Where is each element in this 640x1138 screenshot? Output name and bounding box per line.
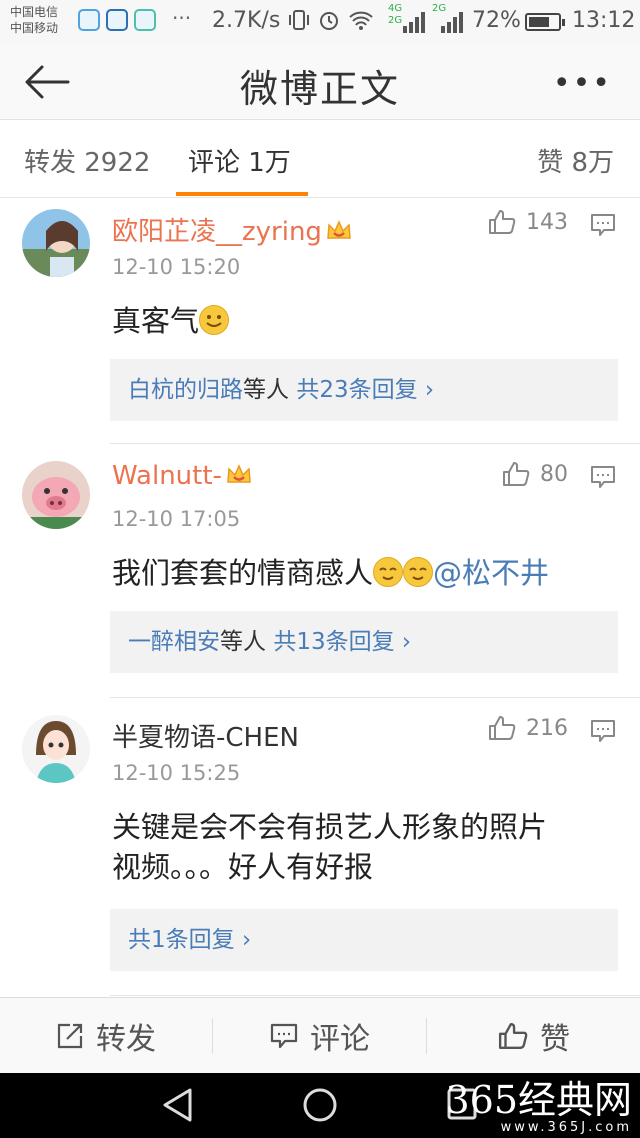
comment-text: 关键是会不会有损艺人形象的照片 视频。。。好人有好报 [112,810,548,884]
nav-home-icon[interactable] [302,1087,338,1123]
reply-count-link[interactable]: 共1条回复 › [128,927,251,953]
vibrate-icon [289,10,309,30]
bottom-action-bar: 转发 评论 赞 [0,997,640,1073]
status-bar: 中国电信 中国移动 ··· 2.7K/s 4G 2G 2G 72% 13:12 [0,0,640,44]
mention-link[interactable]: @松不井 [433,556,549,590]
reply-summary[interactable]: 白杭的归路等人 共23条回复 › [110,359,618,421]
comment-text: 真客气 [112,301,622,341]
thumb-up-icon [489,716,516,740]
reply-comment-icon[interactable] [590,719,616,743]
comment-username[interactable]: Walnutt- [112,461,252,491]
more-options-button[interactable]: ••• [553,66,612,101]
repost-button[interactable]: 转发 [56,998,156,1074]
app-notification-icon [106,9,128,31]
thumb-up-icon [503,462,530,486]
comment-item: Walnutt- 12-10 17:05 80 我们套套的情商感人 @松不井 一醉… [0,445,640,699]
app-notification-icon [78,9,100,31]
tab-likes[interactable]: 赞 8万 [537,142,614,179]
battery-percent: 72% [472,8,521,33]
reply-summary[interactable]: 共1条回复 › [110,909,618,971]
carrier-info: 中国电信 中国移动 [10,4,58,36]
avatar[interactable] [22,715,90,783]
comment-item: 欧阳芷凌__zyring 12-10 15:20 143 真客气 白杭的归路等人… [0,199,640,445]
like-count: 143 [526,209,568,235]
like-count: 216 [526,715,568,741]
active-tab-indicator [176,192,308,196]
clock: 13:12 [572,8,636,33]
reply-user-link[interactable]: 白杭的归路 [128,377,243,403]
vip-crown-icon [227,464,251,483]
signal-icon [403,12,425,33]
nav-bar: 微博正文 ••• [0,44,640,120]
reply-user-link[interactable]: 一醉相安 [128,629,220,655]
comment-list[interactable]: 欧阳芷凌__zyring 12-10 15:20 143 真客气 白杭的归路等人… [0,199,640,997]
divider [426,1018,427,1054]
like-button[interactable]: 赞 [498,998,570,1074]
tab-repost[interactable]: 转发 2922 [24,142,150,179]
app-notification-icon [134,9,156,31]
overflow-notifications: ··· [172,6,192,30]
network-type-1: 4G 2G [388,3,403,26]
comment-time: 12-10 17:05 [112,507,241,531]
thumb-up-icon [489,210,516,234]
signal-icon [441,12,463,33]
reply-comment-icon[interactable] [590,213,616,237]
relieved-emoji-icon [373,557,404,587]
network-speed: 2.7K/s [212,8,281,33]
page-title: 微博正文 [239,67,400,111]
alarm-icon [320,12,338,30]
avatar[interactable] [22,461,90,529]
notification-icons [78,9,156,31]
watermark-text: 365经典网 [445,1078,632,1122]
comment-text: 我们套套的情商感人 @松不井 [112,556,550,590]
comment-username[interactable]: 欧阳芷凌__zyring [112,211,352,248]
divider [110,697,640,698]
comment-time: 12-10 15:25 [112,761,241,785]
comment-button[interactable]: 评论 [270,998,640,1074]
smile-emoji-icon [199,305,230,335]
comment-item: 半夏物语-CHEN 12-10 15:25 216 关键是会不会有损艺人形象的照… [0,699,640,997]
repost-icon [57,1023,83,1049]
divider [110,995,640,996]
status-icons [288,8,374,32]
divider [110,443,640,444]
comment-like-button[interactable]: 80 [502,461,568,487]
comment-like-button[interactable]: 216 [488,715,568,741]
relieved-emoji-icon [403,557,434,587]
like-count: 80 [540,461,568,487]
comment-username[interactable]: 半夏物语-CHEN [112,717,299,754]
thumb-up-icon [498,1023,528,1049]
battery-icon [525,13,565,31]
reply-suffix: 等人 [243,377,289,403]
vip-crown-icon [327,220,351,239]
comment-time: 12-10 15:20 [112,255,241,279]
weibo-detail-page: 中国电信 中国移动 ··· 2.7K/s 4G 2G 2G 72% 13:12 [0,0,640,1138]
reply-comment-icon[interactable] [590,465,616,489]
reply-summary[interactable]: 一醉相安等人 共13条回复 › [110,611,618,673]
battery-level [529,17,550,27]
reply-count-link[interactable]: 共13条回复 › [273,629,411,655]
nav-back-icon[interactable] [160,1087,194,1123]
watermark: 365经典网 www.365J.com [445,1080,632,1135]
detail-tabs: 转发 2922 评论 1万 赞 8万 [0,120,640,198]
reply-suffix: 等人 [220,629,266,655]
comment-like-button[interactable]: 143 [488,209,568,235]
wifi-icon [349,11,373,30]
watermark-url: www.365J.com [500,1120,632,1135]
reply-count-link[interactable]: 共23条回复 › [296,377,434,403]
comment-icon [270,1023,298,1048]
avatar[interactable] [22,209,90,277]
divider [212,1018,213,1054]
carrier-1: 中国电信 [10,5,59,19]
carrier-2: 中国移动 [10,21,59,35]
